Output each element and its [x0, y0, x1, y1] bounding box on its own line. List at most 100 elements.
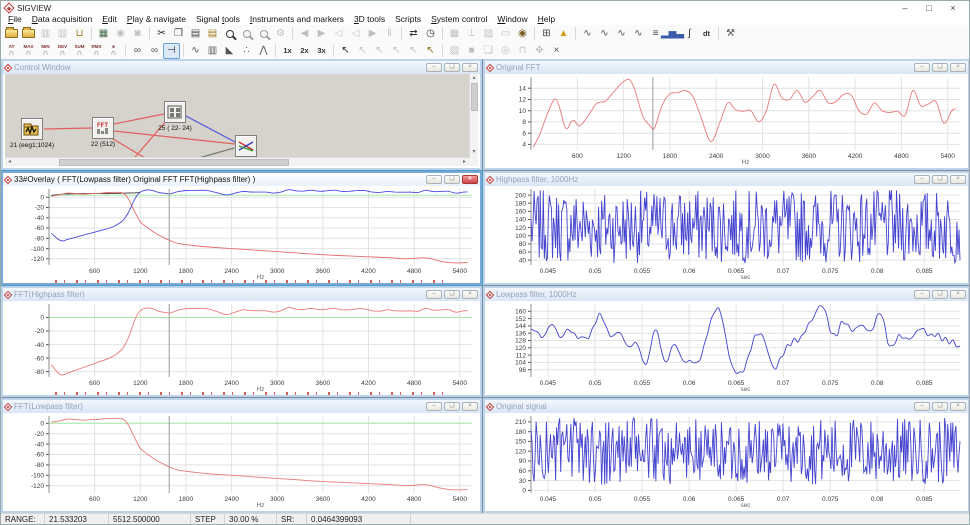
window-close-button[interactable]: ×: [950, 63, 966, 72]
marker-max-icon[interactable]: MAX ∩: [20, 43, 37, 59]
zoom-2x-icon[interactable]: 2x: [296, 43, 313, 59]
tile-windows-icon[interactable]: ⊞: [538, 26, 555, 42]
menu-edit[interactable]: Edit: [97, 14, 122, 25]
window-maximize-button[interactable]: ❏: [932, 175, 948, 184]
cursor-tool-2-icon[interactable]: ↖: [354, 43, 371, 59]
window-titlebar[interactable]: Lowpass filter, 1000Hz – ❏ ×: [485, 288, 968, 301]
play-sound-icon[interactable]: ◁: [330, 26, 347, 42]
window-titlebar[interactable]: Original signal – ❏ ×: [485, 400, 968, 413]
plot-area-original-signal[interactable]: 0 30 60 90 120 150 180 210 0.045 0.05 0.055 0.06 0.0…: [487, 413, 966, 509]
settings-gear-icon[interactable]: ⚙: [272, 26, 289, 42]
horizontal-scrollbar[interactable]: ◂ ▸: [5, 157, 469, 166]
copy-icon[interactable]: ❐: [170, 26, 187, 42]
stop-record-icon[interactable]: ◙: [129, 26, 146, 42]
window-close-button[interactable]: ×: [462, 175, 478, 184]
window-close-button[interactable]: ×: [462, 402, 478, 411]
marker-rms-icon[interactable]: RMS ∩: [88, 43, 105, 59]
window-minimize-button[interactable]: –: [426, 175, 442, 184]
3d-monitor-icon[interactable]: ▭: [497, 26, 514, 42]
marker-dev-icon[interactable]: DEV ∩: [54, 43, 71, 59]
scroll-right-icon[interactable]: ▸: [460, 158, 469, 167]
scroll-down-icon[interactable]: ▾: [470, 148, 479, 157]
signal-tool-1-icon[interactable]: ∿: [579, 26, 596, 42]
control-canvas[interactable]: 21 (eeg1;1024)FFT22 (512)25 ( 22- 24)26: [5, 74, 469, 166]
menu-instruments-and-markers[interactable]: Instruments and markers: [245, 14, 349, 25]
3d-tool-icon[interactable]: ⊥: [463, 26, 480, 42]
window-close-button[interactable]: ×: [462, 290, 478, 299]
signal-tool-2-icon[interactable]: ∿: [596, 26, 613, 42]
vertical-scrollbar[interactable]: ▴ ▾: [469, 74, 478, 157]
save-icon[interactable]: ▥: [37, 26, 54, 42]
window-maximize-button[interactable]: ❏: [932, 402, 948, 411]
window-titlebar[interactable]: Highpass filter, 1000Hz – ❏ ×: [485, 173, 968, 186]
scrollbar-thumb[interactable]: [470, 83, 478, 111]
scroll-left-icon[interactable]: ◂: [5, 158, 14, 167]
menu-window[interactable]: Window: [492, 14, 532, 25]
plot-area-overlay[interactable]: 0 -20 -40 -60 -80 -100 -120 600 1200 1800 2400 3000…: [5, 186, 478, 281]
zoom-out-icon[interactable]: [238, 26, 255, 42]
menu-data-acquisition[interactable]: Data acquisition: [27, 14, 97, 25]
zero-marker-icon[interactable]: ◎: [497, 43, 514, 59]
style-bars-icon[interactable]: ▥: [204, 43, 221, 59]
play-skip-end-icon[interactable]: ▶: [364, 26, 381, 42]
play-skip-start-icon[interactable]: ◀: [296, 26, 313, 42]
window-close-button[interactable]: ×: [950, 290, 966, 299]
window-minimize-button[interactable]: –: [914, 402, 930, 411]
import-device-icon[interactable]: ⊔: [71, 26, 88, 42]
style-line-icon[interactable]: ∿: [187, 43, 204, 59]
menu-3d-tools[interactable]: 3D tools: [349, 14, 390, 25]
derivative-icon[interactable]: dt: [698, 26, 715, 42]
cursor-tool-4-icon[interactable]: ↖: [388, 43, 405, 59]
cursor-tool-1-icon[interactable]: ↖: [337, 43, 354, 59]
zoom-icon[interactable]: [221, 26, 238, 42]
app-minimize-button[interactable]: –: [893, 2, 917, 14]
window-maximize-button[interactable]: ❏: [444, 402, 460, 411]
style-dots-icon[interactable]: ∴: [238, 43, 255, 59]
link-control-icon[interactable]: ⊣: [163, 42, 180, 59]
window-close-button[interactable]: ×: [950, 402, 966, 411]
play-sound-loop-icon[interactable]: ◁: [347, 26, 364, 42]
window-maximize-button[interactable]: ❏: [932, 63, 948, 72]
window-minimize-button[interactable]: –: [914, 175, 930, 184]
signal-tool-4-icon[interactable]: ∿: [630, 26, 647, 42]
custom-tools-icon[interactable]: ⚒: [722, 26, 739, 42]
cursor-tool-5-icon[interactable]: ↖: [405, 43, 422, 59]
open-file-icon[interactable]: [3, 26, 20, 42]
window-minimize-button[interactable]: –: [914, 63, 930, 72]
window-close-button[interactable]: ×: [950, 175, 966, 184]
fill-style-icon[interactable]: ■: [463, 43, 480, 59]
window-minimize-button[interactable]: –: [426, 290, 442, 299]
node-26-overlay-icon[interactable]: [235, 135, 257, 157]
app-maximize-button[interactable]: □: [917, 2, 941, 14]
record-icon[interactable]: ◉: [112, 26, 129, 42]
menu-help[interactable]: Help: [533, 14, 560, 25]
paste-icon[interactable]: ▤: [187, 26, 204, 42]
window-close-button[interactable]: ×: [462, 63, 478, 72]
refresh-icon[interactable]: ⇄: [405, 26, 422, 42]
play-icon[interactable]: ▶: [313, 26, 330, 42]
save-all-icon[interactable]: ▥: [54, 26, 71, 42]
marker-at-icon[interactable]: AT ∩: [3, 43, 20, 59]
3d-box-icon[interactable]: ❑: [480, 43, 497, 59]
plot-area-highpass-signal[interactable]: 40 60 80 100 120 140 160 180 200 0.045 0.05 0.055 0.…: [487, 186, 966, 281]
window-maximize-button[interactable]: ❏: [444, 290, 460, 299]
window-titlebar[interactable]: 33#Overlay ( FFT(Lowpass filter) Origina…: [3, 173, 480, 186]
window-titlebar[interactable]: Original FFT – ❏ ×: [485, 61, 968, 74]
window-titlebar[interactable]: FFT(Lowpass filter) – ❏ ×: [3, 400, 480, 413]
zoom-3x-icon[interactable]: 3x: [313, 43, 330, 59]
cursor-tool-3-icon[interactable]: ↖: [371, 43, 388, 59]
zoom-custom-icon[interactable]: [255, 26, 272, 42]
window-minimize-button[interactable]: –: [426, 63, 442, 72]
menu-system-control[interactable]: System control: [426, 14, 492, 25]
timer-icon[interactable]: ◷: [422, 26, 439, 42]
cursor-tool-6-icon[interactable]: ↖: [422, 43, 439, 59]
cut-icon[interactable]: ✂: [153, 26, 170, 42]
scrollbar-thumb[interactable]: [59, 158, 289, 166]
menu-scripts[interactable]: Scripts: [390, 14, 426, 25]
menu-play-navigate[interactable]: Play & navigate: [122, 14, 191, 25]
window-minimize-button[interactable]: –: [426, 402, 442, 411]
plot-area-original-fft[interactable]: 4 6 8 10 12 14 600 1200 1800 2400 3000 3600 4200 4800…: [487, 74, 966, 166]
menu-file[interactable]: File: [3, 14, 27, 25]
signal-tool-3-icon[interactable]: ∿: [613, 26, 630, 42]
window-maximize-button[interactable]: ❏: [444, 175, 460, 184]
